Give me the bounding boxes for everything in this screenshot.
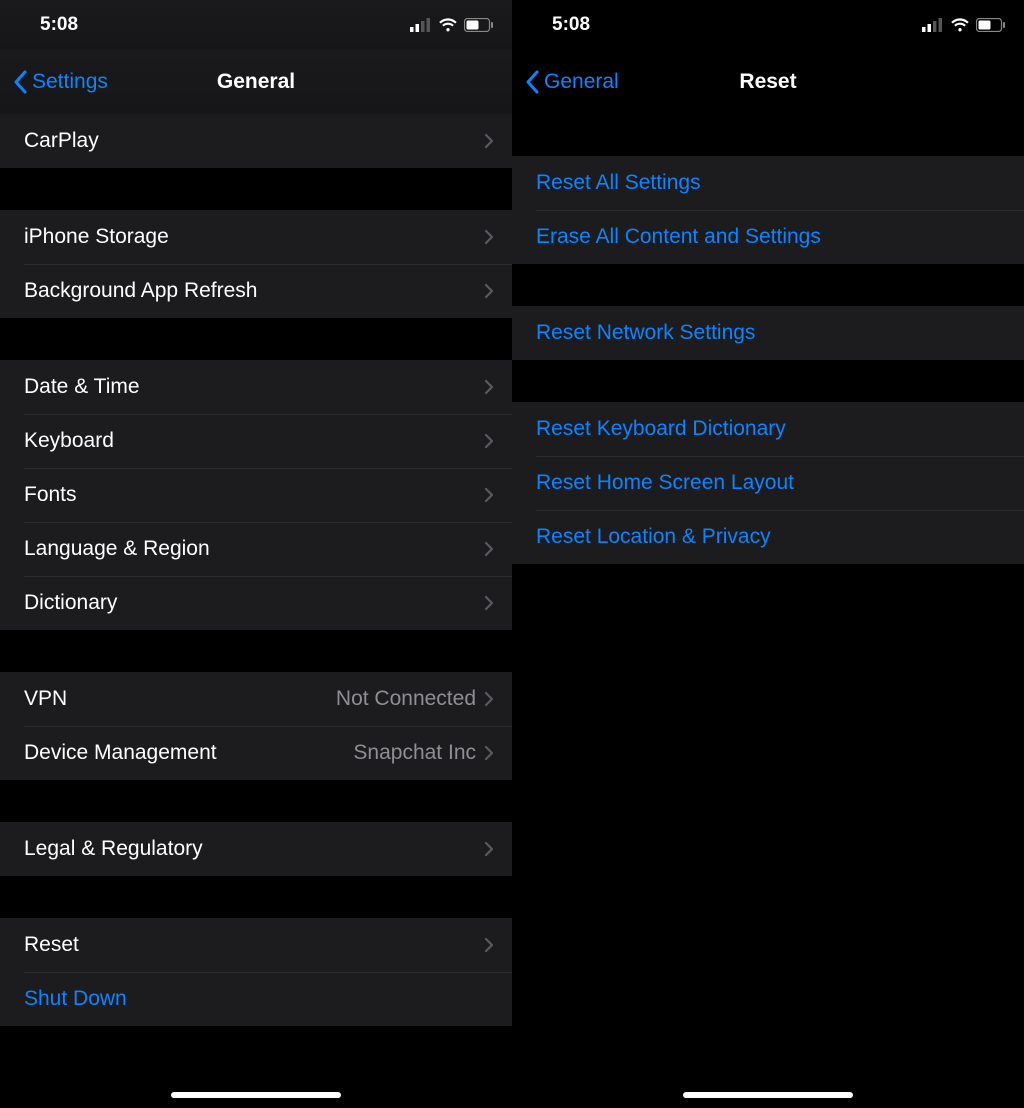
- row-reset-network-settings[interactable]: Reset Network Settings: [512, 306, 1024, 360]
- row-label: Erase All Content and Settings: [536, 225, 1006, 249]
- battery-icon: [464, 18, 494, 32]
- cellular-signal-icon: [410, 18, 432, 32]
- row-label: Legal & Regulatory: [24, 837, 484, 861]
- row-carplay[interactable]: CarPlay: [0, 114, 512, 168]
- row-reset-keyboard-dictionary[interactable]: Reset Keyboard Dictionary: [512, 402, 1024, 456]
- row-label: Fonts: [24, 483, 484, 507]
- status-icons: [410, 18, 494, 32]
- status-icons: [922, 18, 1006, 32]
- row-label: Keyboard: [24, 429, 484, 453]
- chevron-right-icon: [484, 595, 494, 611]
- row-label: Reset Location & Privacy: [536, 525, 1006, 549]
- chevron-left-icon: [12, 70, 28, 94]
- row-date-time[interactable]: Date & Time: [0, 360, 512, 414]
- chevron-right-icon: [484, 541, 494, 557]
- row-keyboard[interactable]: Keyboard: [0, 414, 512, 468]
- row-label: Date & Time: [24, 375, 484, 399]
- row-label: VPN: [24, 687, 336, 711]
- row-language-region[interactable]: Language & Region: [0, 522, 512, 576]
- general-settings-screen: 5:08 Settings General CarPlay iPhon: [0, 0, 512, 1108]
- nav-title: Reset: [739, 70, 796, 94]
- row-label: Reset All Settings: [536, 171, 1006, 195]
- chevron-right-icon: [484, 937, 494, 953]
- chevron-left-icon: [524, 70, 540, 94]
- row-reset-location-privacy[interactable]: Reset Location & Privacy: [512, 510, 1024, 564]
- row-value: Snapchat Inc: [353, 741, 476, 765]
- row-reset-all-settings[interactable]: Reset All Settings: [512, 156, 1024, 210]
- chevron-right-icon: [484, 487, 494, 503]
- status-time: 5:08: [552, 14, 590, 36]
- row-reset[interactable]: Reset: [0, 918, 512, 972]
- row-label: CarPlay: [24, 129, 484, 153]
- chevron-right-icon: [484, 691, 494, 707]
- reset-screen: 5:08 General Reset Reset All Settings Er…: [512, 0, 1024, 1108]
- row-fonts[interactable]: Fonts: [0, 468, 512, 522]
- wifi-icon: [950, 18, 970, 32]
- row-label: Background App Refresh: [24, 279, 484, 303]
- row-reset-home-screen-layout[interactable]: Reset Home Screen Layout: [512, 456, 1024, 510]
- row-device-management[interactable]: Device Management Snapchat Inc: [0, 726, 512, 780]
- chevron-right-icon: [484, 841, 494, 857]
- nav-title: General: [217, 70, 295, 94]
- row-dictionary[interactable]: Dictionary: [0, 576, 512, 630]
- cellular-signal-icon: [922, 18, 944, 32]
- chevron-right-icon: [484, 433, 494, 449]
- row-label: Device Management: [24, 741, 353, 765]
- home-indicator[interactable]: [171, 1092, 341, 1098]
- row-label: Reset Home Screen Layout: [536, 471, 1006, 495]
- home-indicator[interactable]: [683, 1092, 853, 1098]
- row-background-app-refresh[interactable]: Background App Refresh: [0, 264, 512, 318]
- row-value: Not Connected: [336, 687, 476, 711]
- nav-bar: General Reset: [512, 50, 1024, 114]
- chevron-right-icon: [484, 133, 494, 149]
- row-erase-all-content[interactable]: Erase All Content and Settings: [512, 210, 1024, 264]
- back-button[interactable]: General: [524, 70, 619, 94]
- row-label: Dictionary: [24, 591, 484, 615]
- status-bar: 5:08: [0, 0, 512, 50]
- row-label: Reset: [24, 933, 484, 957]
- back-label: General: [544, 70, 619, 94]
- row-legal-regulatory[interactable]: Legal & Regulatory: [0, 822, 512, 876]
- wifi-icon: [438, 18, 458, 32]
- battery-icon: [976, 18, 1006, 32]
- row-vpn[interactable]: VPN Not Connected: [0, 672, 512, 726]
- row-label: Shut Down: [24, 987, 494, 1011]
- back-label: Settings: [32, 70, 108, 94]
- row-label: Reset Network Settings: [536, 321, 1006, 345]
- row-shut-down[interactable]: Shut Down: [0, 972, 512, 1026]
- row-label: iPhone Storage: [24, 225, 484, 249]
- status-time: 5:08: [40, 14, 78, 36]
- row-label: Language & Region: [24, 537, 484, 561]
- chevron-right-icon: [484, 283, 494, 299]
- back-button[interactable]: Settings: [12, 70, 108, 94]
- nav-bar: Settings General: [0, 50, 512, 114]
- status-bar: 5:08: [512, 0, 1024, 50]
- row-label: Reset Keyboard Dictionary: [536, 417, 1006, 441]
- chevron-right-icon: [484, 229, 494, 245]
- chevron-right-icon: [484, 745, 494, 761]
- row-iphone-storage[interactable]: iPhone Storage: [0, 210, 512, 264]
- chevron-right-icon: [484, 379, 494, 395]
